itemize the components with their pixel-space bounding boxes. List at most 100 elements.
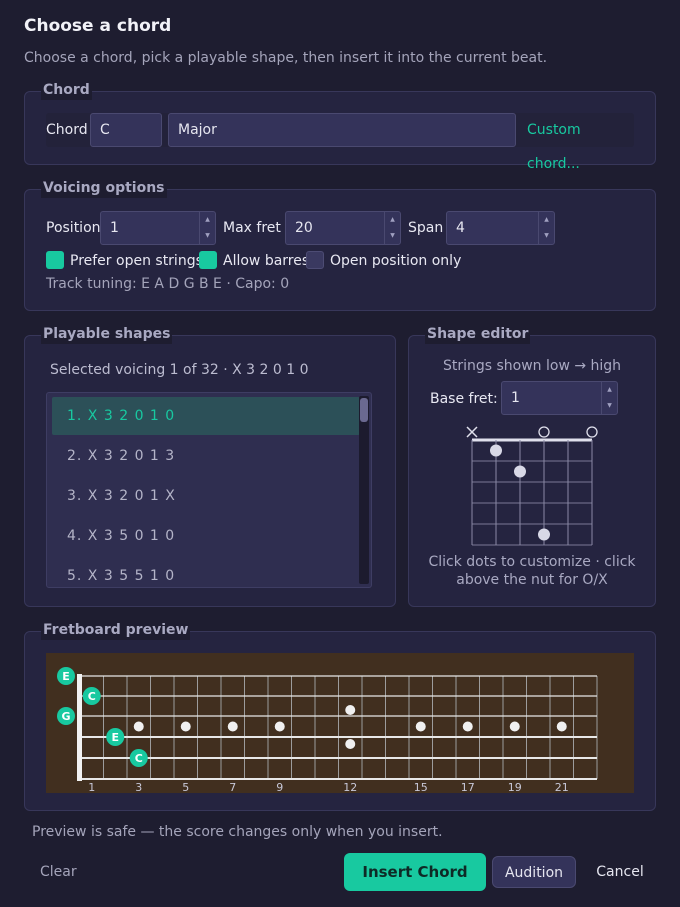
fretboard-group-title: Fretboard preview bbox=[41, 620, 191, 640]
base-fret-value: 1 bbox=[511, 390, 520, 406]
insert-chord-label: Insert Chord bbox=[362, 863, 468, 881]
open-position-only-checkbox[interactable] bbox=[306, 251, 324, 269]
fret-inlay bbox=[345, 739, 356, 749]
fret-number-label: 5 bbox=[182, 781, 189, 793]
max-fret-value: 20 bbox=[295, 220, 313, 236]
prefer-open-strings-label[interactable]: Prefer open strings bbox=[70, 251, 203, 271]
fret-inlay bbox=[556, 721, 567, 732]
preview-safety-note: Preview is safe — the score changes only… bbox=[32, 824, 443, 840]
shapes-group-title: Playable shapes bbox=[41, 324, 173, 344]
chord-root-field[interactable]: C bbox=[90, 113, 162, 147]
custom-chord-button[interactable]: Custom chord... bbox=[520, 113, 634, 172]
note-label: C bbox=[88, 690, 96, 703]
fret-number-label: 7 bbox=[229, 781, 236, 793]
fret-number-label: 17 bbox=[461, 781, 475, 793]
fret-number-label: 9 bbox=[276, 781, 283, 793]
fret-inlay bbox=[509, 721, 520, 732]
open-position-only-label[interactable]: Open position only bbox=[330, 251, 461, 271]
fret-number-label: 21 bbox=[555, 781, 569, 793]
dialog-title: Choose a chord bbox=[24, 16, 172, 36]
shape-list-item[interactable]: 1. X 3 2 0 1 0 bbox=[52, 397, 360, 435]
chevron-down-icon[interactable]: ▼ bbox=[385, 228, 400, 244]
fret-inlay bbox=[133, 721, 144, 732]
base-fret-spinbox[interactable]: 1 ▲ ▼ bbox=[501, 381, 618, 415]
strings-hint: Strings shown low → high bbox=[442, 358, 622, 374]
cancel-label: Cancel bbox=[596, 864, 644, 880]
chevron-up-icon[interactable]: ▲ bbox=[385, 212, 400, 228]
shape-list-item[interactable]: 3. X 3 2 0 1 X bbox=[52, 477, 360, 515]
chord-quality-value: Major bbox=[178, 122, 217, 138]
audition-button[interactable]: Audition bbox=[492, 856, 576, 888]
chevron-up-icon[interactable]: ▲ bbox=[539, 212, 554, 228]
shape-list-scrollbar[interactable] bbox=[359, 396, 369, 584]
max-fret-label: Max fret bbox=[223, 220, 281, 236]
span-stepper[interactable]: ▲ ▼ bbox=[538, 212, 554, 244]
custom-chord-label: Custom chord... bbox=[527, 122, 581, 172]
fret-inlay bbox=[345, 705, 356, 715]
chord-diagram[interactable] bbox=[460, 422, 606, 556]
chord-root-value: C bbox=[100, 122, 110, 138]
span-label: Span bbox=[408, 220, 444, 236]
chevron-down-icon[interactable]: ▼ bbox=[539, 228, 554, 244]
selected-voicing-text: Selected voicing 1 of 32 · X 3 2 0 1 0 bbox=[50, 362, 309, 378]
fret-number-label: 12 bbox=[343, 781, 357, 793]
note-label: E bbox=[111, 731, 119, 744]
chevron-down-icon[interactable]: ▼ bbox=[200, 228, 215, 244]
allow-barres-checkbox[interactable] bbox=[199, 251, 217, 269]
span-spinbox[interactable]: 4 ▲ ▼ bbox=[446, 211, 555, 245]
fret-inlay bbox=[274, 721, 285, 732]
finger-dot bbox=[538, 528, 550, 541]
fret-inlay bbox=[415, 721, 426, 732]
base-fret-stepper[interactable]: ▲ ▼ bbox=[601, 382, 617, 414]
fret-number-label: 1 bbox=[88, 781, 95, 793]
fretboard-wood bbox=[46, 653, 634, 793]
fret-inlay bbox=[462, 721, 473, 732]
open-string-icon bbox=[538, 426, 550, 438]
span-value: 4 bbox=[456, 220, 465, 236]
note-label: G bbox=[61, 710, 70, 723]
max-fret-stepper[interactable]: ▲ ▼ bbox=[384, 212, 400, 244]
chevron-up-icon[interactable]: ▲ bbox=[602, 382, 617, 398]
audition-label: Audition bbox=[504, 865, 564, 881]
clear-button[interactable]: Clear bbox=[40, 864, 77, 880]
fret-inlay bbox=[227, 721, 238, 732]
position-label: Position bbox=[46, 220, 101, 236]
editor-help-line1: Click dots to customize · click bbox=[428, 554, 636, 570]
allow-barres-label[interactable]: Allow barres bbox=[223, 251, 309, 271]
chord-quality-field[interactable]: Major bbox=[168, 113, 516, 147]
tuning-info: Track tuning: E A D G B E · Capo: 0 bbox=[46, 276, 290, 292]
chord-label: Chord bbox=[46, 122, 88, 138]
fret-number-label: 3 bbox=[135, 781, 142, 793]
fret-number-label: 15 bbox=[414, 781, 428, 793]
shape-list-item[interactable]: 5. X 3 5 5 1 0 bbox=[52, 557, 360, 587]
chord-group-title: Chord bbox=[41, 80, 92, 100]
position-stepper[interactable]: ▲ ▼ bbox=[199, 212, 215, 244]
chevron-down-icon[interactable]: ▼ bbox=[602, 398, 617, 414]
finger-dot bbox=[514, 465, 526, 478]
prefer-open-strings-checkbox[interactable] bbox=[46, 251, 64, 269]
fretboard-preview: 1 3 5 7 9 12 15 17 19 21 E C G E C bbox=[46, 653, 634, 793]
insert-chord-button[interactable]: Insert Chord bbox=[344, 853, 486, 891]
max-fret-spinbox[interactable]: 20 ▲ ▼ bbox=[285, 211, 401, 245]
shape-editor-title: Shape editor bbox=[425, 324, 531, 344]
cancel-button[interactable]: Cancel bbox=[584, 856, 656, 888]
fret-number-label: 19 bbox=[508, 781, 522, 793]
shape-list[interactable]: 1. X 3 2 0 1 0 2. X 3 2 0 1 3 3. X 3 2 0… bbox=[46, 392, 372, 588]
voicing-group-title: Voicing options bbox=[41, 178, 167, 198]
voicing-group: Voicing options bbox=[24, 178, 656, 311]
editor-help-line2: above the nut for O/X bbox=[456, 572, 608, 588]
open-string-icon bbox=[586, 426, 598, 438]
note-label: C bbox=[135, 752, 143, 765]
shape-list-item[interactable]: 2. X 3 2 0 1 3 bbox=[52, 437, 360, 475]
position-value: 1 bbox=[110, 220, 119, 236]
finger-dot bbox=[490, 444, 502, 457]
note-label: E bbox=[62, 670, 70, 683]
scrollbar-thumb[interactable] bbox=[360, 398, 368, 422]
shape-list-item[interactable]: 4. X 3 5 0 1 0 bbox=[52, 517, 360, 555]
base-fret-label: Base fret: bbox=[430, 391, 498, 407]
fret-inlay bbox=[180, 721, 191, 732]
dialog-subtitle: Choose a chord, pick a playable shape, t… bbox=[24, 50, 548, 66]
fretboard-nut bbox=[77, 674, 82, 781]
chevron-up-icon[interactable]: ▲ bbox=[200, 212, 215, 228]
position-spinbox[interactable]: 1 ▲ ▼ bbox=[100, 211, 216, 245]
